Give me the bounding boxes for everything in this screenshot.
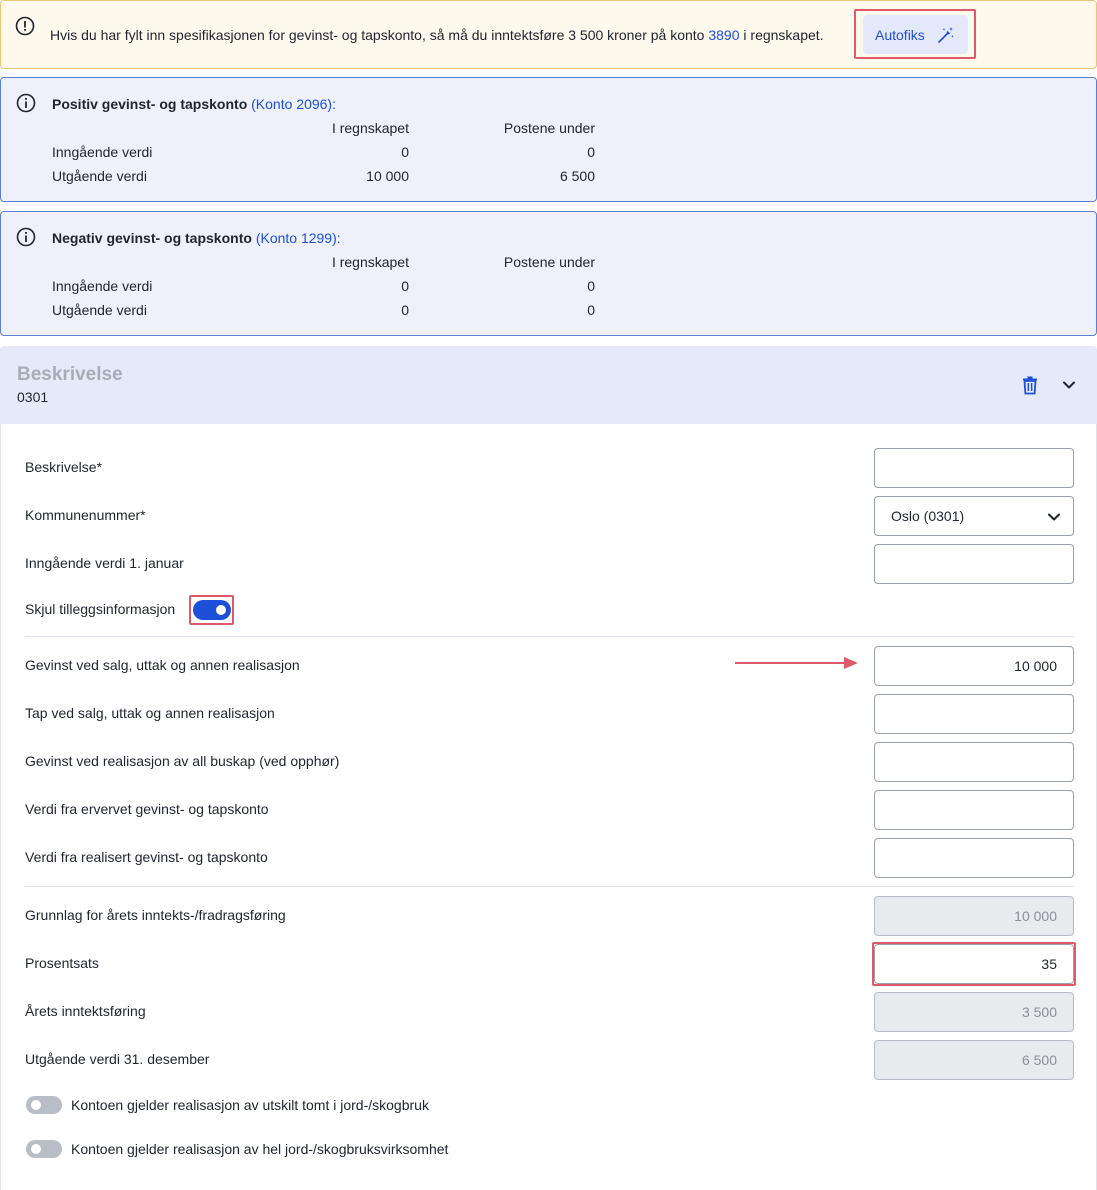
verdi-realisert-input[interactable] — [874, 838, 1074, 878]
value-cell: 10 000 — [366, 168, 409, 184]
hel-toggle-label: Kontoen gjelder realisasjon av hel jord-… — [71, 1141, 449, 1157]
col-header-postene: Postene under — [503, 254, 595, 270]
row-label: Utgående verdi — [52, 302, 147, 318]
kommune-label: Kommunenummer* — [25, 507, 146, 523]
col-header-postene: Postene under — [503, 120, 595, 136]
divider — [25, 636, 1074, 637]
grunnlag-input — [874, 896, 1074, 936]
kommune-select[interactable]: Oslo (0301) — [874, 496, 1074, 536]
warning-message: Hvis du har fylt inn spesifikasjonen for… — [50, 27, 824, 43]
section-title: Beskrivelse — [17, 364, 123, 385]
value-cell: 0 — [587, 278, 595, 294]
account-link-2096[interactable]: (Konto 2096) — [251, 96, 332, 112]
trash-icon[interactable] — [1020, 375, 1040, 395]
gevinst-salg-input[interactable] — [874, 646, 1074, 686]
tomt-toggle-label: Kontoen gjelder realisasjon av utskilt t… — [71, 1097, 429, 1113]
tomt-toggle[interactable] — [26, 1096, 62, 1114]
value-cell: 6 500 — [559, 168, 595, 184]
arets-label: Årets inntektsføring — [25, 1003, 146, 1019]
verdi-ervervet-input[interactable] — [874, 790, 1074, 830]
gevinst-salg-label: Gevinst ved salg, uttak og annen realisa… — [25, 657, 300, 673]
gevinst-buskap-input[interactable] — [874, 742, 1074, 782]
value-cell: 0 — [401, 144, 409, 160]
chevron-down-icon[interactable] — [1061, 377, 1077, 393]
info-title: Negativ gevinst- og tapskonto (Konto 129… — [52, 230, 341, 246]
divider — [25, 886, 1074, 887]
arets-input — [874, 992, 1074, 1032]
value-cell: 0 — [401, 278, 409, 294]
kommune-selected-value: Oslo (0301) — [891, 508, 965, 524]
info-icon — [16, 93, 36, 113]
utgaende-input — [874, 1040, 1074, 1080]
prosent-highlight-box — [872, 942, 1076, 986]
col-header-regnskapet: I regnskapet — [331, 120, 409, 136]
utgaende-label: Utgående verdi 31. desember — [25, 1051, 210, 1067]
toggle-highlight-box — [189, 595, 234, 625]
beskrivelse-label: Beskrivelse* — [25, 459, 103, 475]
gevinst-buskap-label: Gevinst ved realisasjon av all buskap (v… — [25, 753, 340, 769]
value-cell: 0 — [587, 302, 595, 318]
alert-circle-icon — [15, 16, 35, 36]
beskrivelse-input[interactable] — [874, 448, 1074, 488]
chevron-down-icon — [1048, 513, 1060, 521]
skjul-label: Skjul tilleggsinformasjon — [25, 601, 176, 617]
value-cell: 0 — [401, 302, 409, 318]
row-label: Utgående verdi — [52, 168, 147, 184]
info-box-positive: Positiv gevinst- og tapskonto (Konto 209… — [0, 77, 1097, 202]
value-cell: 0 — [587, 144, 595, 160]
grunnlag-label: Grunnlag for årets inntekts-/fradragsfør… — [25, 907, 286, 923]
account-link-3890[interactable]: 3890 — [708, 27, 739, 43]
autofix-highlight-box — [854, 9, 976, 59]
verdi-ervervet-label: Verdi fra ervervet gevinst- og tapskonto — [25, 801, 269, 817]
tap-salg-input[interactable] — [874, 694, 1074, 734]
info-title: Positiv gevinst- og tapskonto (Konto 209… — [52, 96, 336, 112]
inngaende-label: Inngående verdi 1. januar — [25, 555, 184, 571]
hel-toggle[interactable] — [26, 1140, 62, 1158]
section-header: Beskrivelse 0301 — [0, 346, 1097, 424]
info-icon — [16, 227, 36, 247]
tap-salg-label: Tap ved salg, uttak og annen realisasjon — [25, 705, 275, 721]
verdi-realisert-label: Verdi fra realisert gevinst- og tapskont… — [25, 849, 268, 865]
info-box-negative: Negativ gevinst- og tapskonto (Konto 129… — [0, 211, 1097, 336]
col-header-regnskapet: I regnskapet — [331, 254, 409, 270]
section-subtitle: 0301 — [17, 389, 49, 405]
account-link-1299[interactable]: (Konto 1299) — [256, 230, 337, 246]
row-label: Inngående verdi — [52, 278, 153, 294]
arrow-right-icon — [735, 657, 858, 669]
prosent-label: Prosentsats — [25, 955, 99, 971]
inngaende-input[interactable] — [874, 544, 1074, 584]
row-label: Inngående verdi — [52, 144, 153, 160]
